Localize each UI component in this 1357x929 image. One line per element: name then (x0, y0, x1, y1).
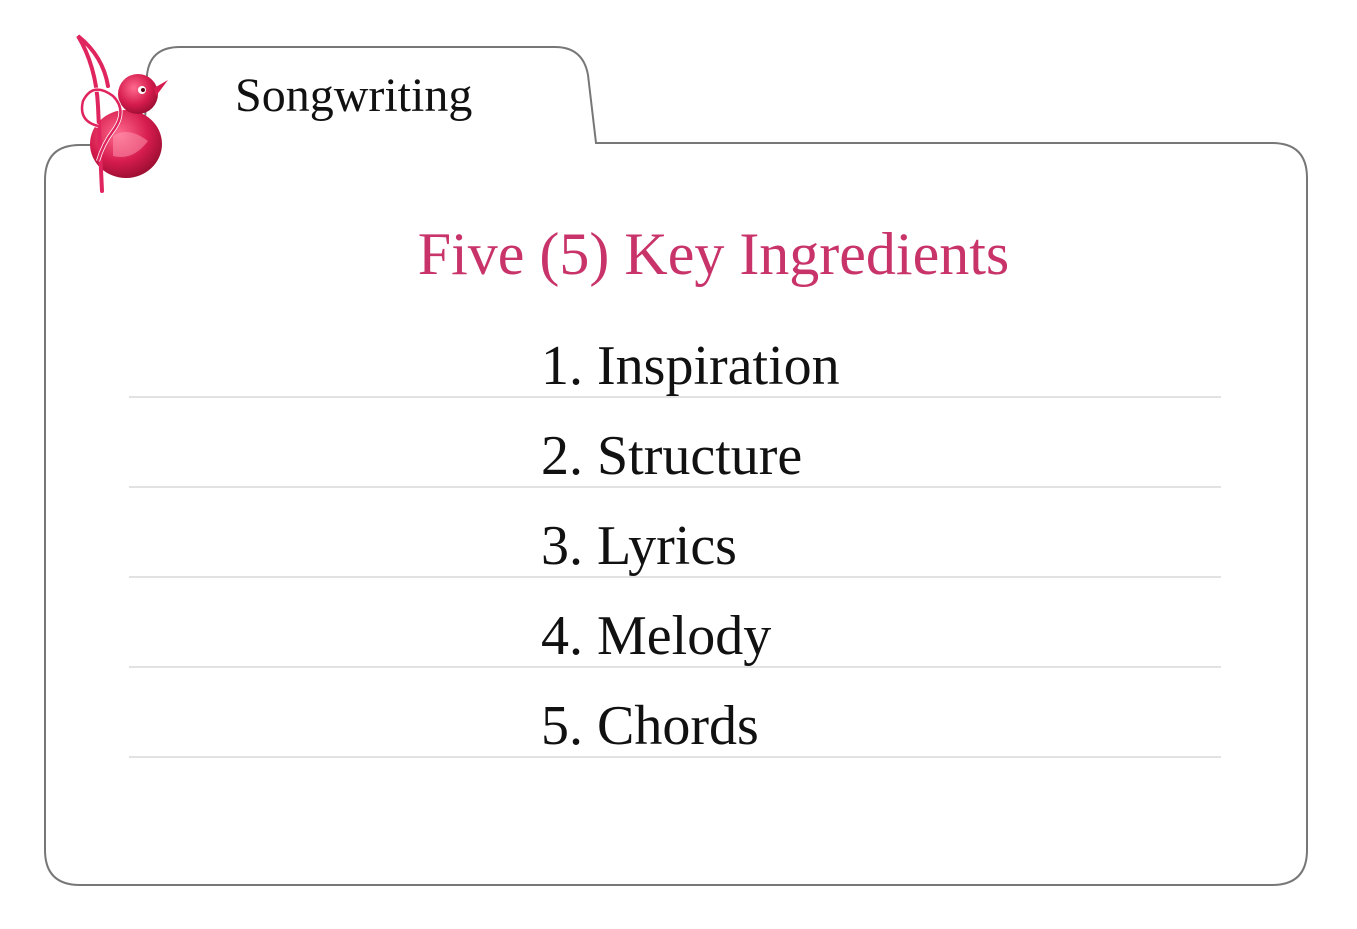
list-item: 2. Structure (129, 398, 1221, 488)
page-title: Five (5) Key Ingredients (417, 221, 1010, 287)
list-item: 4. Melody (129, 578, 1221, 668)
list-item: 1. Inspiration (129, 308, 1221, 398)
list-item-label: 1. Inspiration (541, 335, 840, 397)
list-item-label: 2. Structure (541, 425, 803, 487)
list-item: 3. Lyrics (129, 488, 1221, 578)
ingredient-list: 1. Inspiration 2. Structure 3. Lyrics 4.… (129, 308, 1221, 758)
tab-title[interactable]: Songwriting (235, 72, 472, 120)
list-item-label: 5. Chords (541, 695, 759, 757)
list-item: 5. Chords (129, 668, 1221, 758)
list-item-label: 4. Melody (541, 605, 772, 667)
list-item-label: 3. Lyrics (541, 515, 737, 577)
bird-music-note-logo (58, 26, 178, 196)
